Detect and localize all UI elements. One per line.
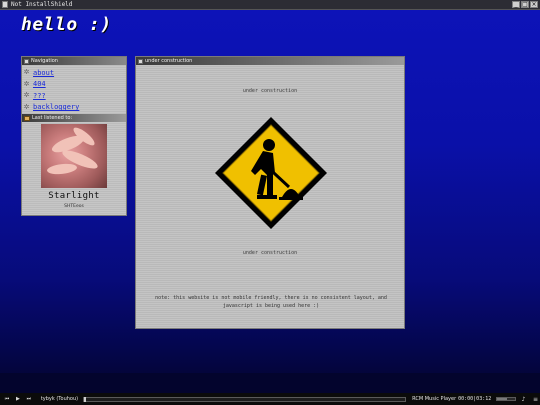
last-listened-label: Last listened to: — [32, 115, 73, 121]
nav-item-about: ✲ about — [23, 67, 126, 79]
song-artist: SHTEeos — [64, 204, 84, 209]
main-title-label: under construction — [145, 58, 193, 64]
navigation-title-label: Navigation — [31, 58, 58, 64]
next-button[interactable]: ⏭ — [25, 395, 33, 403]
construction-text-top: under construction — [242, 88, 298, 94]
nav-item-404: ✲ 404 — [23, 79, 126, 91]
star-icon: ✲ — [23, 68, 30, 77]
panel-icon — [24, 58, 29, 64]
star-icon: ✲ — [23, 91, 30, 100]
seek-bar[interactable] — [82, 396, 407, 402]
nav-link-mystery[interactable]: ??? — [33, 92, 46, 100]
song-title: Starlight — [48, 191, 100, 201]
close-button[interactable]: × — [530, 1, 538, 8]
site-note: note: this website is not mobile friendl… — [155, 295, 387, 309]
construction-sign-icon — [215, 117, 327, 229]
nav-item-backloggery: ✲ backloggery — [23, 102, 126, 114]
track-name: tybyk (Touhou) — [40, 396, 79, 402]
maximize-button[interactable]: □ — [521, 1, 529, 8]
play-button[interactable]: ▶ — [14, 395, 22, 403]
construction-text-bottom: under construction — [242, 250, 298, 256]
menu-icon[interactable]: ≡ — [531, 395, 540, 404]
nav-link-backloggery[interactable]: backloggery — [33, 103, 79, 111]
previous-button[interactable]: ⏮ — [3, 395, 11, 403]
window-title: Not InstallShield — [11, 0, 73, 8]
seek-thumb[interactable] — [83, 396, 86, 402]
volume-slider[interactable] — [496, 397, 517, 401]
star-icon: ✲ — [23, 79, 30, 88]
track-time: 00:00|03:12 — [458, 396, 492, 402]
speaker-icon[interactable]: ♪ — [519, 395, 528, 404]
nav-list: ✲ about ✲ 404 ✲ ??? ✲ backloggery — [22, 65, 126, 113]
page-background: hello :) Navigation ✲ about ✲ 404 ✲ ??? … — [0, 10, 540, 403]
player-name: RCM Music Player — [412, 396, 457, 402]
nav-link-404[interactable]: 404 — [33, 80, 46, 88]
star-icon: ✲ — [23, 102, 30, 111]
music-player-bar: ⏮ ▶ ⏭ tybyk (Touhou) RCM Music Player 00… — [0, 393, 540, 405]
window-titlebar: Not InstallShield _ □ × — [0, 0, 540, 10]
nav-item-mystery: ✲ ??? — [23, 90, 126, 102]
main-panel-title: under construction — [136, 57, 404, 65]
music-icon — [24, 115, 30, 121]
minimize-button[interactable]: _ — [512, 1, 520, 8]
window-controls: _ □ × — [512, 1, 538, 8]
main-panel: under construction under construction un… — [135, 56, 405, 329]
app-icon — [2, 1, 8, 8]
navigation-panel-title: Navigation — [22, 57, 126, 65]
album-cover — [41, 124, 107, 188]
panel-icon — [138, 58, 143, 64]
navigation-panel: Navigation ✲ about ✲ 404 ✲ ??? ✲ backlog… — [21, 56, 127, 216]
nav-link-about[interactable]: about — [33, 69, 54, 77]
page-heading: hello :) — [21, 14, 112, 35]
volume-level — [497, 398, 508, 400]
last-listened-title: Last listened to: — [22, 114, 126, 122]
